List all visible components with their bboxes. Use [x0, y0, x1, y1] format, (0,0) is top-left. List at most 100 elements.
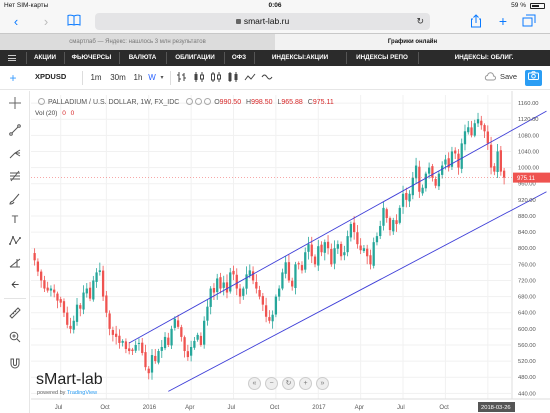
nav-item-futures[interactable]: ФЬЮЧЕРСЫ: [64, 50, 119, 66]
candle-body: [460, 143, 463, 169]
browser-tab-yandex[interactable]: смартлаб — Яндекс: нашлось 3 млн результ…: [0, 34, 275, 50]
toolbar-divider: [82, 71, 83, 85]
legend-eye-icon[interactable]: [186, 98, 194, 105]
nav-item-stocks[interactable]: АКЦИИ: [26, 50, 64, 66]
candle-body: [111, 330, 115, 335]
brush-tool-icon[interactable]: [5, 193, 25, 207]
time-tick-label: Apr: [185, 405, 194, 411]
candle-body: [287, 262, 291, 281]
chart-pane[interactable]: 440.00 480.00 520.00 560.00 600.00 640.00 680.…: [31, 91, 550, 413]
prediction-tool-icon[interactable]: [5, 257, 25, 271]
high-value: 998.50: [251, 99, 273, 106]
safari-toolbar: ‹ › smart-lab.ru ↻ +: [0, 11, 550, 33]
address-bar[interactable]: smart-lab.ru ↻: [95, 13, 430, 30]
legend-collapse-icon[interactable]: [38, 98, 45, 105]
candles-style-icon[interactable]: [192, 71, 206, 85]
forward-chevron-icon[interactable]: ›: [40, 14, 52, 29]
candle-body: [278, 288, 281, 297]
price-chart[interactable]: 440.00 480.00 520.00 560.00 600.00 640.00 680.…: [31, 91, 550, 413]
candle-body: [183, 337, 186, 352]
zoom-out-icon[interactable]: −: [265, 377, 278, 390]
bookmarks-book-icon[interactable]: [66, 14, 82, 29]
area-style-icon[interactable]: [260, 71, 274, 85]
nav-item-bonds[interactable]: ОБЛИГАЦИИ: [166, 50, 224, 66]
timeframe-dropdown-icon[interactable]: ▾: [158, 71, 166, 85]
time-tick-label: Apr: [355, 405, 364, 411]
ruler-tool-icon[interactable]: [5, 307, 25, 321]
symbol-search[interactable]: XPDUSD: [35, 72, 66, 81]
candle-body: [157, 351, 160, 363]
tabs-overview-icon[interactable]: [521, 14, 537, 29]
back-chevron-icon[interactable]: ‹: [10, 14, 22, 29]
gann-fib-tool-icon[interactable]: [5, 170, 25, 184]
nav-item-stock-indices[interactable]: ИНДЕКСЫ:АКЦИИ: [254, 50, 346, 66]
nav-item-bond-indices[interactable]: ИНДЕКСЫ: ОБЛИГ.: [418, 50, 550, 66]
candle-body: [454, 150, 457, 154]
pattern-tool-icon[interactable]: [5, 235, 25, 249]
scroll-right-icon[interactable]: »: [316, 377, 329, 390]
candle-body: [66, 312, 69, 325]
price-tick-label: 440.00: [518, 391, 536, 397]
reset-chart-icon[interactable]: ↻: [282, 377, 295, 390]
pitchfork-tool-icon[interactable]: [5, 147, 25, 161]
candle-body: [411, 177, 414, 196]
candle-body: [79, 305, 82, 309]
candle-body: [369, 255, 372, 265]
bars-style-icon[interactable]: [175, 71, 189, 85]
candle-body: [307, 244, 310, 252]
candle-body: [499, 150, 502, 172]
zoom-in-chart-icon[interactable]: +: [299, 377, 312, 390]
candle-body: [131, 349, 134, 352]
hamburger-menu-icon[interactable]: [8, 55, 16, 61]
candle-body: [343, 252, 346, 256]
line-style-icon[interactable]: [243, 71, 257, 85]
zoom-in-icon[interactable]: [5, 331, 25, 345]
smartlab-watermark: sMart-lab: [36, 371, 103, 388]
candle-body: [114, 333, 118, 337]
crosshair-tool-icon[interactable]: [5, 97, 25, 111]
heikin-ashi-icon[interactable]: [226, 71, 240, 85]
candle-body: [326, 241, 330, 249]
time-tick-label: Jul: [397, 405, 405, 411]
trend-line-tool-icon[interactable]: [5, 124, 25, 138]
share-icon[interactable]: [469, 14, 483, 29]
magnet-icon[interactable]: [5, 357, 25, 371]
nav-item-ofz[interactable]: ОФЗ: [224, 50, 254, 66]
nav-item-currency[interactable]: ВАЛЮТА: [119, 50, 166, 66]
scroll-left-icon[interactable]: «: [248, 377, 261, 390]
snapshot-camera-icon[interactable]: [525, 70, 542, 86]
candle-body: [444, 159, 447, 165]
open-value: 990.50: [219, 99, 242, 106]
candle-body: [281, 272, 284, 289]
low-value: 965.88: [281, 99, 303, 106]
timeframe-1m[interactable]: 1m: [89, 71, 103, 85]
candle-body: [395, 220, 398, 225]
candle-body: [431, 166, 434, 178]
crosshair-icon[interactable]: +: [6, 71, 20, 85]
candle-body: [310, 244, 313, 257]
candle-body: [362, 248, 366, 252]
candle-body: [167, 337, 170, 345]
browser-tab-charts[interactable]: Графики онлайн: [275, 34, 550, 50]
timeframe-w[interactable]: W: [146, 71, 158, 85]
candle-body: [69, 325, 72, 329]
nav-item-repo-indices[interactable]: ИНДЕКСЫ РЕПО: [346, 50, 418, 66]
candle-body: [408, 193, 411, 202]
candle-body: [186, 351, 190, 358]
new-tab-plus-icon[interactable]: +: [496, 14, 510, 29]
reload-icon[interactable]: ↻: [416, 13, 424, 30]
time-tick-label: 2016: [143, 405, 157, 411]
hollow-candles-icon[interactable]: [209, 71, 223, 85]
back-arrow-icon[interactable]: 🡨: [5, 279, 25, 293]
save-button[interactable]: Save: [500, 72, 517, 81]
timeframe-1h[interactable]: 1h: [131, 71, 145, 85]
candle-body: [502, 170, 506, 178]
candle-body: [75, 304, 79, 322]
candle-body: [72, 320, 75, 330]
legend-close-icon[interactable]: [204, 98, 212, 105]
candle-body: [418, 166, 421, 192]
text-tool-icon[interactable]: T: [5, 213, 25, 227]
legend-settings-icon[interactable]: [195, 98, 203, 105]
candle-body: [82, 292, 85, 310]
timeframe-30m[interactable]: 30m: [108, 71, 128, 85]
